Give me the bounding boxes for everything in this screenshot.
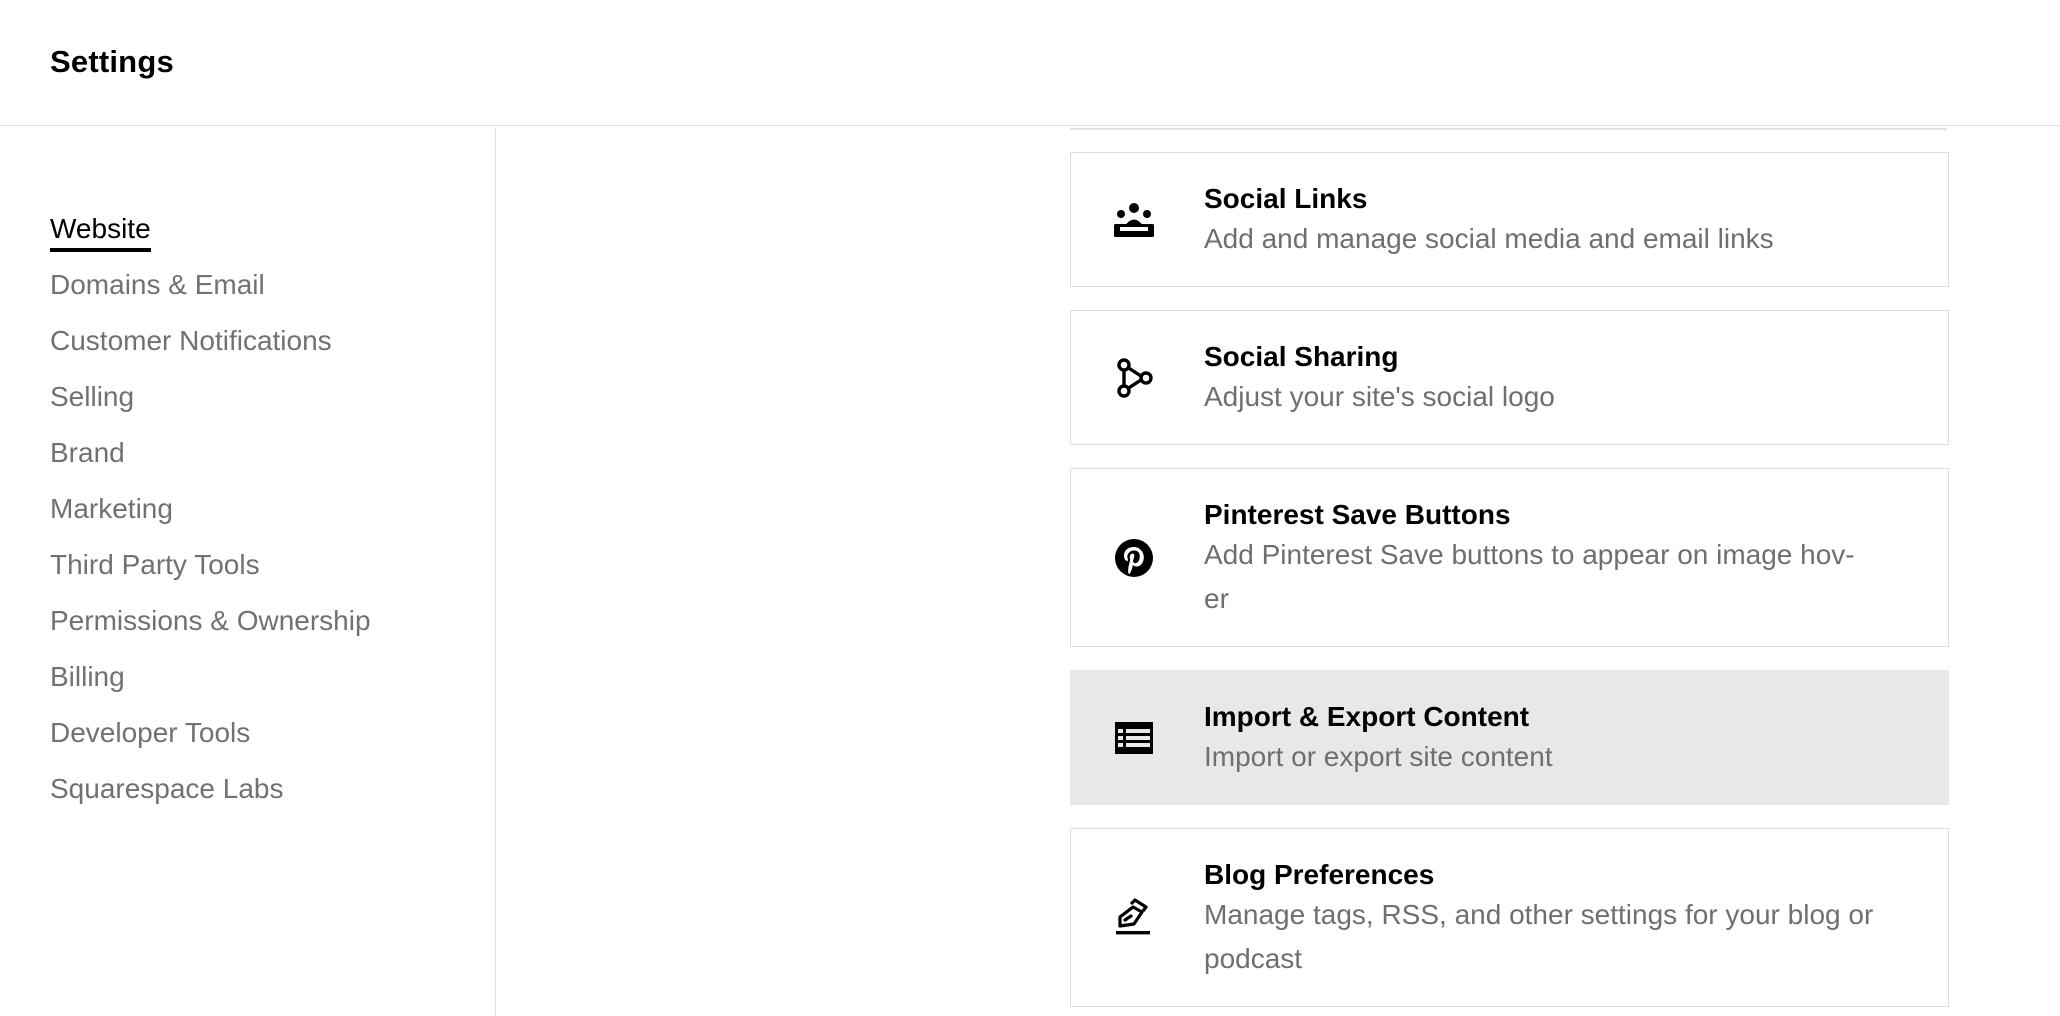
social-links-card[interactable]: Social Links Add and manage social media… [1070,152,1949,287]
sidebar-item-squarespace-labs[interactable]: Squarespace Labs [50,761,371,817]
settings-content: Social Links Add and manage social media… [497,127,2060,1016]
settings-sidebar: Website Domains & Email Customer Notific… [0,127,496,1016]
sidebar-item-label: Domains & Email [50,269,265,300]
sidebar-item-label: Selling [50,381,135,412]
card-description: Add and manage social media and email li… [1204,223,1774,254]
sidebar-item-brand[interactable]: Brand [50,425,371,481]
table-icon [1111,715,1157,761]
card-text: Social Sharing Adjust your site's social… [1204,339,1908,419]
blog-preferences-card[interactable]: Blog Preferences Manage tags, RSS, and o… [1070,828,1949,1007]
import-export-content-card[interactable]: Import & Export Content Import or export… [1070,670,1949,805]
sidebar-item-label: Customer Notifications [50,325,332,356]
pinterest-icon [1111,535,1157,581]
share-icon [1111,355,1157,401]
sidebar-item-selling[interactable]: Selling [50,369,371,425]
sidebar-item-billing[interactable]: Billing [50,649,371,705]
sidebar-nav: Website Domains & Email Customer Notific… [50,201,371,817]
social-sharing-card[interactable]: Social Sharing Adjust your site's social… [1070,310,1949,445]
card-text: Social Links Add and manage social media… [1204,181,1908,261]
edit-icon [1111,895,1157,941]
settings-header: Settings [0,0,2060,126]
sidebar-item-customer-notifications[interactable]: Customer Notifications [50,313,371,369]
sidebar-item-developer-tools[interactable]: Developer Tools [50,705,371,761]
page-title: Settings [50,44,174,79]
sidebar-item-website[interactable]: Website [50,201,371,257]
sidebar-item-label: Billing [50,661,125,692]
previous-card-edge [1070,127,1947,130]
card-title: Pinterest Save Buttons [1204,499,1511,530]
card-text: Import & Export Content Import or export… [1204,699,1908,779]
card-title: Blog Preferences [1204,859,1435,890]
sidebar-item-domains-email[interactable]: Domains & Email [50,257,371,313]
sidebar-item-third-party-tools[interactable]: Third Party Tools [50,537,371,593]
card-description: Add Pinterest Save buttons to appear on … [1204,539,1855,614]
card-description: Adjust your site's social logo [1204,381,1555,412]
card-title: Social Sharing [1204,341,1399,372]
sidebar-item-label: Developer Tools [50,717,251,748]
sidebar-item-label: Brand [50,437,125,468]
sidebar-item-permissions-ownership[interactable]: Permissions & Ownership [50,593,371,649]
card-text: Pinterest Save Buttons Add Pinterest Sav… [1204,497,1908,621]
sidebar-item-label: Marketing [50,493,173,524]
sidebar-item-marketing[interactable]: Marketing [50,481,371,537]
card-title: Import & Export Content [1204,701,1530,732]
card-description: Manage tags, RSS, and other settings for… [1204,899,1874,974]
card-title: Social Links [1204,183,1368,214]
sidebar-item-label: Third Party Tools [50,549,260,580]
card-text: Blog Preferences Manage tags, RSS, and o… [1204,857,1908,981]
sidebar-item-label: Website [50,210,151,252]
sidebar-item-label: Squarespace Labs [50,773,284,804]
pinterest-save-buttons-card[interactable]: Pinterest Save Buttons Add Pinterest Sav… [1070,468,1949,647]
social-links-icon [1111,197,1157,243]
card-description: Import or export site content [1204,741,1553,772]
sidebar-item-label: Permissions & Ownership [50,605,371,636]
